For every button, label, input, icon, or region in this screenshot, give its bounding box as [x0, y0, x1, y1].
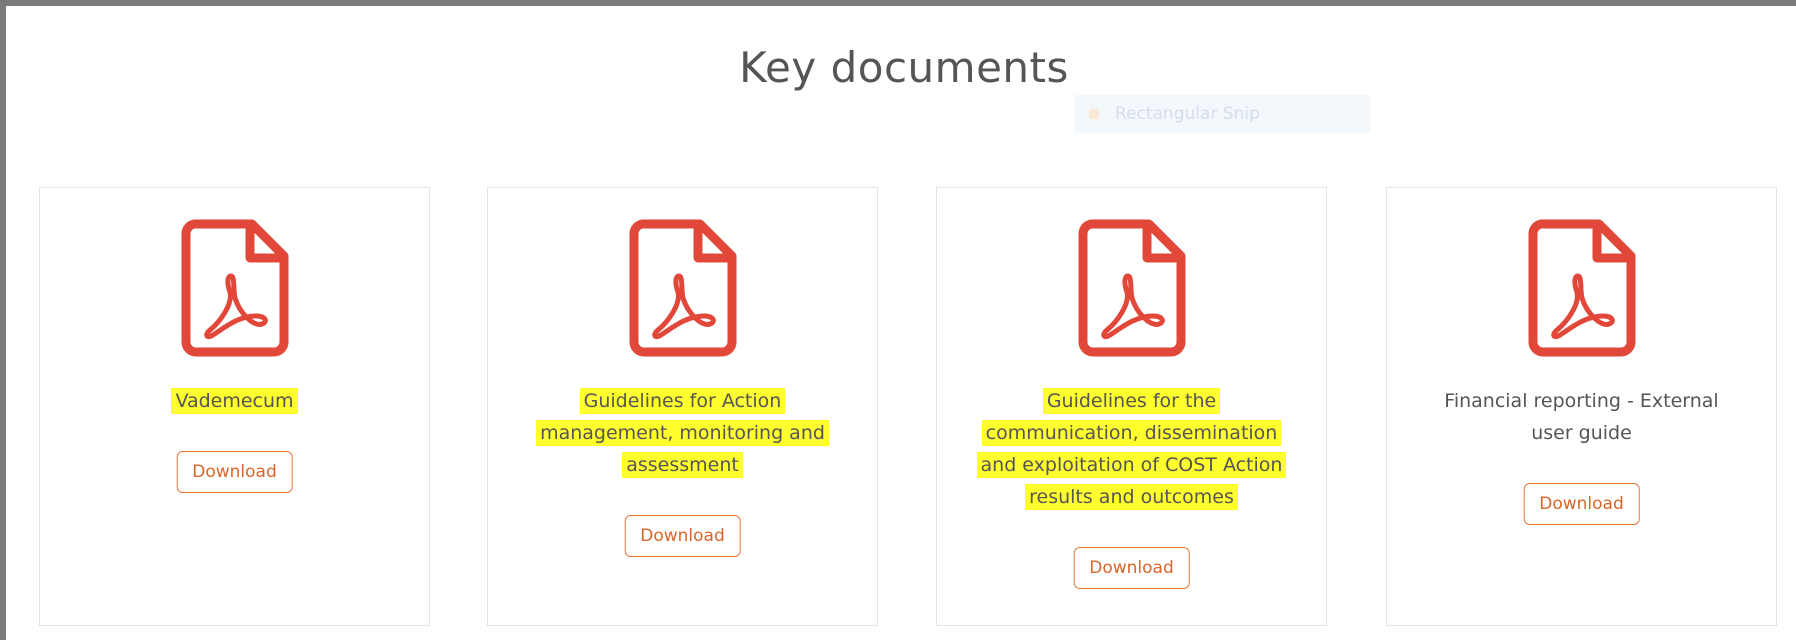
document-title-line: and exploitation of COST Action [976, 452, 1287, 478]
page-frame: Key documents Rectangular Snip Vademecum… [0, 0, 1796, 640]
document-title-line: Guidelines for the [1042, 388, 1221, 414]
document-card-financial-reporting: Financial reporting - External user guid… [1386, 187, 1777, 626]
page-title: Key documents [739, 43, 1069, 92]
document-title-line: Guidelines for Action [579, 388, 786, 414]
document-title-line: Vademecum [171, 388, 298, 414]
download-button[interactable]: Download [176, 451, 293, 493]
snip-label: Rectangular Snip [1115, 104, 1260, 124]
document-title-line: communication, dissemination [981, 420, 1282, 446]
rectangular-snip-overlay: Rectangular Snip [1075, 95, 1370, 133]
download-button[interactable]: Download [1073, 547, 1190, 589]
document-title-line: management, monitoring and [536, 420, 829, 446]
pdf-file-icon [629, 219, 736, 357]
document-card-vademecum: Vademecum Download [39, 187, 430, 626]
download-button[interactable]: Download [1523, 483, 1640, 525]
document-title-line: results and outcomes [1025, 484, 1238, 510]
pdf-file-icon [1528, 219, 1635, 357]
document-title-line: user guide [1531, 422, 1632, 444]
download-button[interactable]: Download [624, 515, 741, 557]
document-title: Vademecum [60, 385, 409, 417]
snip-icon [1089, 109, 1099, 119]
pdf-file-icon [181, 219, 288, 357]
document-card-communication-guidelines: Guidelines for the communication, dissem… [936, 187, 1327, 626]
document-card-action-management-guidelines: Guidelines for Action management, monito… [487, 187, 878, 626]
pdf-file-icon [1078, 219, 1185, 357]
document-title: Guidelines for the communication, dissem… [957, 385, 1306, 513]
document-title-line: Financial reporting - External [1444, 390, 1719, 412]
document-title: Financial reporting - External user guid… [1407, 385, 1756, 449]
document-title: Guidelines for Action management, monito… [508, 385, 857, 481]
document-title-line: assessment [622, 452, 743, 478]
